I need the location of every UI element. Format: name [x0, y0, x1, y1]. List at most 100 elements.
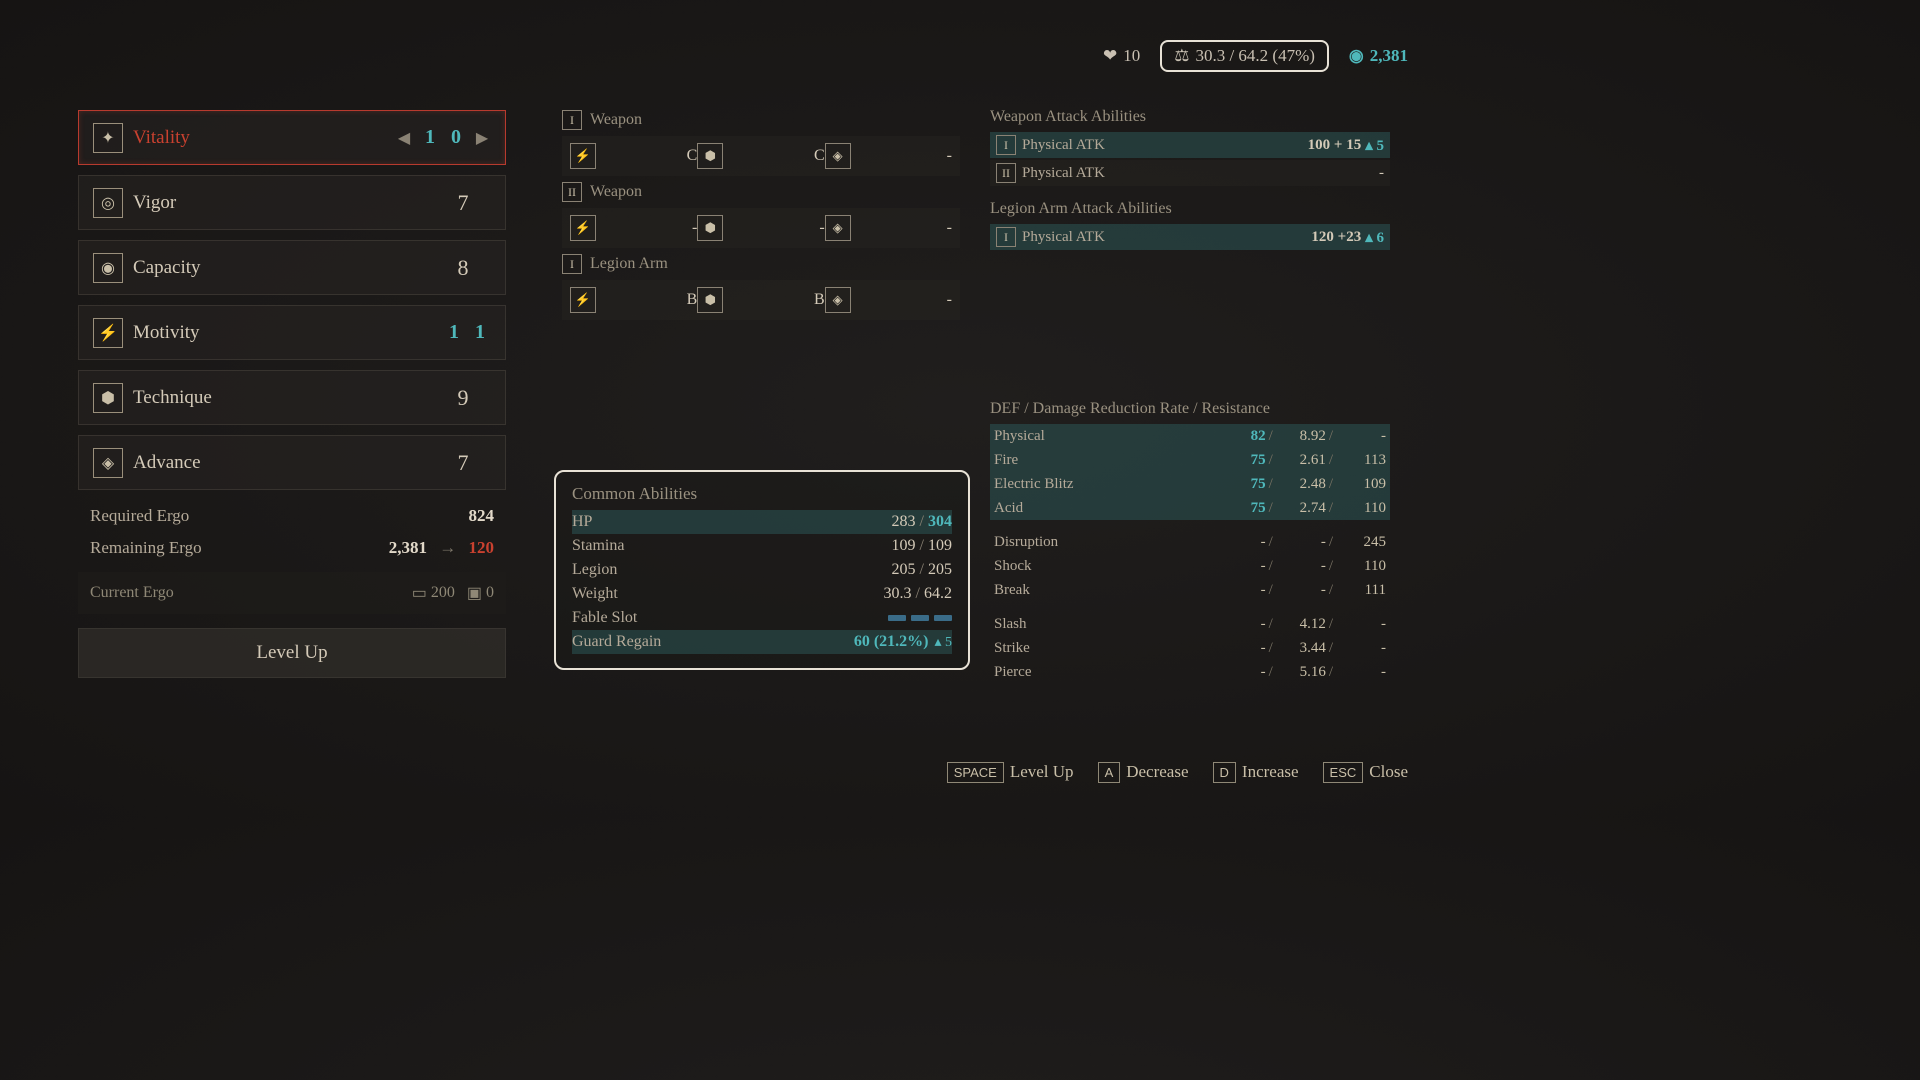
ability-row: HP283/304	[572, 510, 952, 534]
ergo-value: 2,381	[1370, 46, 1408, 66]
technique-icon: ⬢	[93, 383, 123, 413]
ability-name: Weight	[572, 585, 884, 603]
key-icon: ESC	[1323, 762, 1364, 783]
stat-row-advance[interactable]: ◈ Advance 7	[78, 435, 506, 490]
right-panel: Weapon Attack Abilities IPhysical ATK100…	[990, 104, 1390, 684]
stat-row-capacity[interactable]: ◉ Capacity 8	[78, 240, 506, 295]
scaling-grade: -	[681, 219, 697, 237]
stat-row-motivity[interactable]: ⚡ Motivity 1 1	[78, 305, 506, 360]
key-hints: SPACELevel Up ADecrease DIncrease ESCClose	[947, 762, 1408, 782]
slot-badge: II	[996, 163, 1016, 183]
required-ergo-label: Required Ergo	[90, 506, 189, 526]
fable-slots	[888, 615, 952, 621]
current-ergo-coin: ▭200	[412, 583, 455, 603]
delta-up-icon: ▴ 5	[1365, 136, 1384, 155]
weight-icon: ⚖	[1174, 46, 1189, 66]
legion-atk-title: Legion Arm Attack Abilities	[990, 200, 1390, 218]
scaling-icon: ⚡	[570, 215, 596, 241]
def-row: Pierce -/ 5.16/ -	[990, 660, 1390, 684]
remaining-ergo-label: Remaining Ergo	[90, 538, 202, 558]
def-row: Strike -/ 3.44/ -	[990, 636, 1390, 660]
slot-badge: I	[996, 135, 1016, 155]
def-row: Shock -/ -/ 110	[990, 554, 1390, 578]
ergo-indicator: ◉ 2,381	[1349, 46, 1408, 66]
scaling-grade: C	[809, 147, 825, 165]
scaling-icon: ⬢	[697, 215, 723, 241]
def-table: DEF / Damage Reduction Rate / Resistance…	[990, 400, 1390, 684]
equip-header: IIWeapon	[562, 182, 960, 202]
level-up-button[interactable]: Level Up	[78, 628, 506, 678]
def-row: Physical 82/ 8.92/ -	[990, 424, 1390, 448]
ergo-icon: ◉	[1349, 46, 1364, 66]
common-abilities-box: Common Abilities HP283/304Stamina109/109…	[554, 470, 970, 670]
ability-row: Guard Regain60 (21.2%)▴ 5	[572, 630, 952, 654]
capacity-icon: ◉	[93, 253, 123, 283]
stat-label: Advance	[133, 452, 451, 474]
weight-value: 30.3 / 64.2 (47%)	[1195, 46, 1314, 66]
ability-row: Weight30.3/64.2	[572, 582, 952, 606]
hearts-value: 10	[1123, 46, 1140, 66]
ability-row: Legion205/205	[572, 558, 952, 582]
atk-row: IPhysical ATK100 + 15 ▴ 5	[990, 132, 1390, 158]
ability-name: HP	[572, 513, 892, 531]
ability-row: Stamina109/109	[572, 534, 952, 558]
def-title: DEF / Damage Reduction Rate / Resistance	[990, 400, 1390, 418]
hearts-indicator: ❤ 10	[1103, 46, 1140, 66]
slot-badge: I	[562, 110, 582, 130]
current-ergo-row: Current Ergo ▭200 ▣0	[78, 572, 506, 614]
stat-row-technique[interactable]: ⬢ Technique 9	[78, 370, 506, 425]
def-row: Acid 75/ 2.74/ 110	[990, 496, 1390, 520]
def-row: Fire 75/ 2.61/ 113	[990, 448, 1390, 472]
delta-up-icon: ▴ 5	[934, 634, 952, 651]
vitality-icon: ✦	[93, 123, 123, 153]
key-hint: DIncrease	[1213, 762, 1299, 782]
scaling-row: ⚡C⬢C◈-	[562, 136, 960, 176]
key-hint: ESCClose	[1323, 762, 1408, 782]
increase-arrow-icon[interactable]: ▶	[473, 127, 491, 149]
stat-value: 7	[451, 190, 475, 216]
stat-label: Technique	[133, 387, 451, 409]
equip-header: IWeapon	[562, 110, 960, 130]
stat-row-vigor[interactable]: ◎ Vigor 7	[78, 175, 506, 230]
stat-label: Vigor	[133, 192, 451, 214]
stat-row-vitality[interactable]: ✦ Vitality ◀ 1 0 ▶	[78, 110, 506, 165]
equip-header: ILegion Arm	[562, 254, 960, 274]
remaining-ergo-row: Remaining Ergo 2,381 → 120	[78, 532, 506, 564]
top-bar: ❤ 10 ⚖ 30.3 / 64.2 (47%) ◉ 2,381	[1103, 40, 1408, 72]
decrease-arrow-icon[interactable]: ◀	[395, 127, 413, 149]
scaling-icon: ◈	[825, 215, 851, 241]
weight-indicator: ⚖ 30.3 / 64.2 (47%)	[1160, 40, 1329, 72]
current-ergo-label: Current Ergo	[90, 584, 174, 602]
ability-name: Legion	[572, 561, 892, 579]
stat-value: 8	[451, 255, 475, 281]
remaining-ergo-values: 2,381 → 120	[389, 538, 494, 558]
def-row: Electric Blitz 75/ 2.48/ 109	[990, 472, 1390, 496]
scaling-grade: B	[681, 291, 697, 309]
scaling-grade: C	[681, 147, 697, 165]
key-icon: SPACE	[947, 762, 1004, 783]
heart-icon: ❤	[1103, 46, 1117, 66]
scaling-grade: -	[936, 147, 952, 165]
scaling-grade: -	[936, 219, 952, 237]
stat-label: Motivity	[133, 322, 443, 344]
common-abilities-title: Common Abilities	[572, 484, 952, 504]
def-row: Disruption -/ -/ 245	[990, 530, 1390, 554]
motivity-icon: ⚡	[93, 318, 123, 348]
scaling-grade: -	[809, 219, 825, 237]
stat-label: Vitality	[133, 127, 395, 149]
box-icon: ▣	[467, 583, 482, 603]
scaling-icon: ◈	[825, 143, 851, 169]
def-row: Break -/ -/ 111	[990, 578, 1390, 602]
key-icon: A	[1098, 762, 1121, 783]
scaling-panel: IWeapon⚡C⬢C◈-IIWeapon⚡-⬢-◈-ILegion Arm⚡B…	[562, 104, 960, 324]
weapon-atk-title: Weapon Attack Abilities	[990, 108, 1390, 126]
ability-name: Fable Slot	[572, 609, 888, 627]
scaling-grade: -	[936, 291, 952, 309]
required-ergo-row: Required Ergo 824	[78, 500, 506, 532]
stat-value: 7	[451, 450, 475, 476]
key-hint: SPACELevel Up	[947, 762, 1074, 782]
scaling-icon: ⬢	[697, 143, 723, 169]
vigor-icon: ◎	[93, 188, 123, 218]
key-hint: ADecrease	[1098, 762, 1189, 782]
current-ergo-box: ▣0	[467, 583, 494, 603]
